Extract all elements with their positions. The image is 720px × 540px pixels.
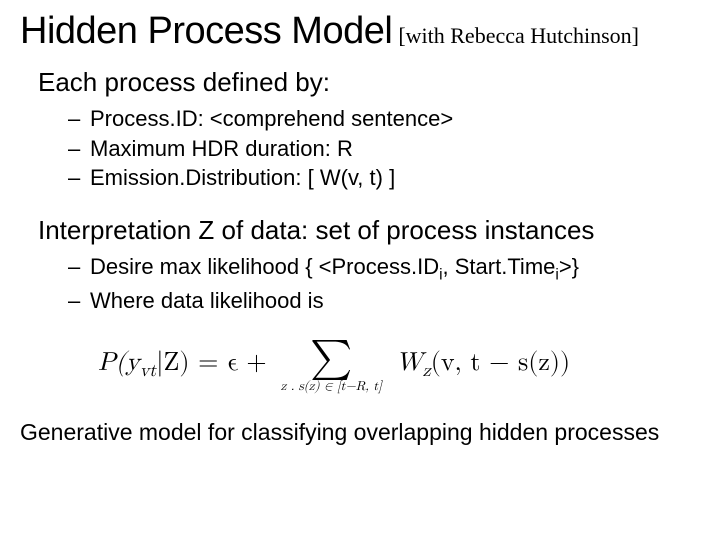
list-item: Emission.Distribution: [ W(v, t) ] [68,163,700,193]
footer-line: Generative model for classifying overlap… [20,419,700,446]
text-fragment: (v, t − s(z)) [431,350,570,376]
subscript: vt [140,362,157,381]
list-item: Maximum HDR duration: R [68,134,700,164]
attribution: [with Rebecca Hutchinson] [398,23,639,49]
list-item: Desire max likelihood { <Process.IDi, St… [68,252,700,286]
slide-body: Each process defined by: Process.ID: <co… [20,67,700,393]
text-fragment: |Z) = ϵ + [156,350,266,376]
list-item: Where data likelihood is [68,286,700,316]
slide: Hidden Process Model [with Rebecca Hutch… [0,0,720,540]
text-fragment: W [396,350,423,376]
section-heading-1: Each process defined by: [38,67,700,98]
subscript: z [423,362,431,381]
formula-block: P(yvt|Z) = ϵ + ∑ z . s(z) ∈ [t−R, t] Wz(… [98,338,700,393]
title-row: Hidden Process Model [with Rebecca Hutch… [20,10,700,53]
likelihood-formula: P(yvt|Z) = ϵ + ∑ z . s(z) ∈ [t−R, t] Wz(… [98,338,700,393]
summation: ∑ z . s(z) ∈ [t−R, t] [281,338,382,393]
formula-rhs: Wz(v, t − s(z)) [396,348,570,382]
process-definition-list: Process.ID: <comprehend sentence> Maximu… [68,104,700,193]
slide-title: Hidden Process Model [20,10,392,53]
formula-lhs: P(yvt|Z) = ϵ + [98,348,267,382]
text-fragment: , Start.Time [443,254,556,279]
text-fragment: Desire max likelihood { <Process.ID [90,254,439,279]
text-fragment: >} [559,254,579,279]
sum-limits: z . s(z) ∈ [t−R, t] [281,380,382,393]
list-item: Process.ID: <comprehend sentence> [68,104,700,134]
sigma-icon: ∑ [310,338,352,378]
section-heading-2: Interpretation Z of data: set of process… [38,215,700,246]
text-fragment: P(y [98,350,140,376]
interpretation-list: Desire max likelihood { <Process.IDi, St… [68,252,700,316]
